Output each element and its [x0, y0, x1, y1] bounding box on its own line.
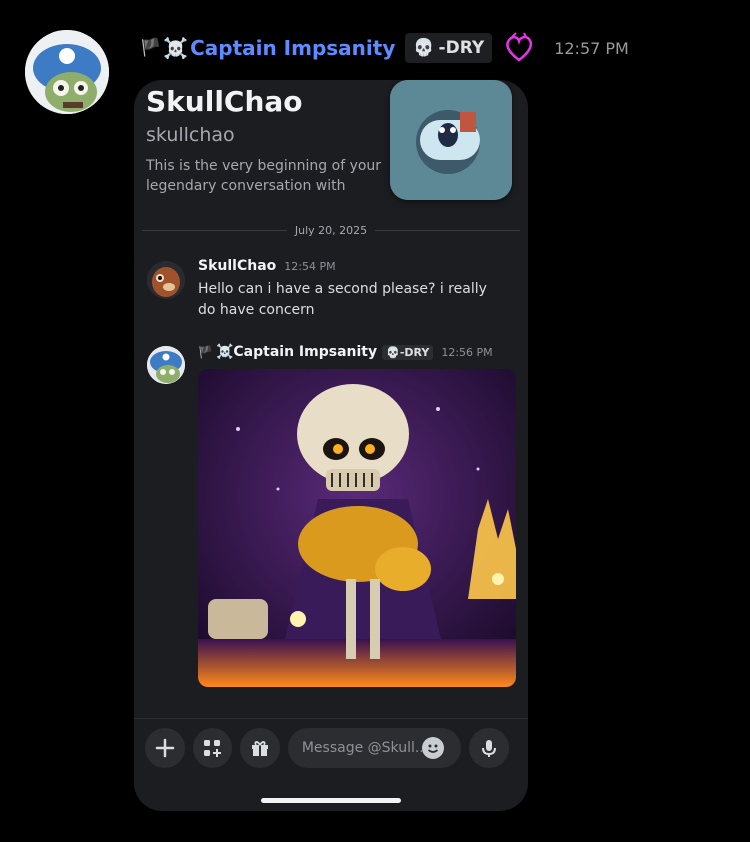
skull-icon: 💀 [386, 345, 400, 359]
message-input-container[interactable] [287, 728, 462, 768]
author-name[interactable]: Captain Impsanity [233, 344, 377, 360]
role-tag-label: -DRY [438, 38, 485, 58]
apps-icon [204, 740, 222, 757]
dm-intro-text: This is the very beginning of your legen… [146, 158, 382, 194]
flag-emoji: 🏴 [198, 345, 213, 359]
author-name[interactable]: Captain Impsanity [190, 36, 395, 60]
apps-button[interactable] [192, 728, 233, 768]
date-separator: July 20, 2025 [142, 220, 521, 240]
home-indicator[interactable] [261, 798, 401, 803]
role-tag[interactable]: 💀-DRY [382, 344, 434, 360]
message-header: 🏴 ☠️ Captain Impsanity 💀 -DRY 12:57 PM [140, 31, 629, 65]
skull-crossbones-emoji: ☠️ [215, 344, 234, 360]
emoji-icon[interactable] [421, 737, 444, 759]
plus-button[interactable] [145, 728, 185, 768]
skeleton-gif-attachment[interactable] [198, 369, 516, 687]
message-timestamp: 12:54 PM [284, 260, 336, 273]
skull-icon: 💀 [413, 38, 435, 58]
gift-icon [252, 741, 269, 756]
message-timestamp: 12:57 PM [554, 38, 629, 58]
flag-emoji: 🏴 [140, 38, 162, 58]
dm-title: SkullChao [146, 85, 303, 118]
message-timestamp: 12:56 PM [441, 346, 493, 359]
heart-icon [506, 32, 533, 62]
message-header: SkullChao 12:54 PM [198, 258, 336, 274]
role-tag[interactable]: 💀 -DRY [405, 33, 493, 63]
dm-username: skullchao [146, 124, 235, 146]
skull-crossbones-emoji: ☠️ [163, 36, 189, 60]
dm-screenshot: SkullChao skullchao This is the very beg… [134, 80, 528, 811]
plus-icon [155, 738, 175, 758]
message-composer [145, 728, 517, 768]
date-separator-label: July 20, 2025 [294, 223, 368, 237]
skullchao-avatar[interactable] [147, 261, 185, 299]
microphone-icon [482, 740, 497, 757]
gift-button[interactable] [240, 728, 280, 768]
captain-impsanity-avatar[interactable] [147, 346, 185, 384]
message-input[interactable] [301, 740, 422, 756]
user-avatar[interactable] [25, 30, 109, 114]
author-name[interactable]: SkullChao [198, 258, 276, 274]
composer-divider [134, 718, 528, 719]
voice-button[interactable] [469, 728, 509, 768]
message-text: Hello can i have a second please? i real… [198, 281, 487, 318]
role-tag-label: -DRY [399, 345, 430, 359]
picture-in-picture-video[interactable] [390, 80, 512, 200]
message-header: 🏴 ☠️ Captain Impsanity 💀-DRY 12:56 PM [198, 344, 493, 360]
